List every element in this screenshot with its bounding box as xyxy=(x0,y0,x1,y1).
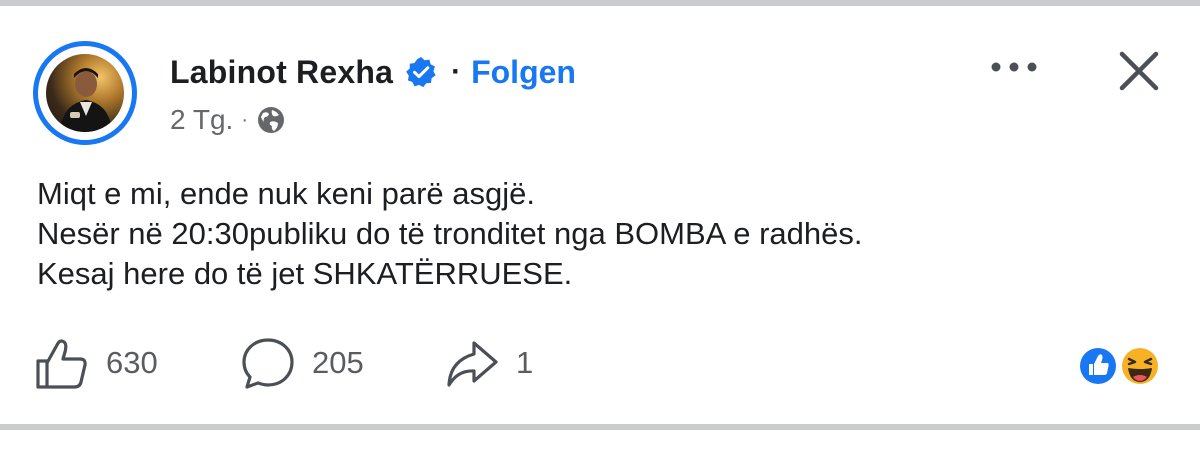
post-body: Miqt e mi, ende nuk keni parë asgjë. Nes… xyxy=(37,174,1157,294)
avatar-photo xyxy=(46,54,124,132)
post-timestamp[interactable]: 2 Tg. xyxy=(170,104,233,136)
share-button[interactable]: 1 xyxy=(444,334,533,392)
separator-dot: · xyxy=(451,55,462,88)
haha-reaction-icon xyxy=(1119,345,1161,387)
comment-button[interactable]: 205 xyxy=(240,334,364,392)
like-count: 630 xyxy=(106,345,158,380)
follow-button[interactable]: Folgen xyxy=(471,54,576,91)
globe-icon xyxy=(257,107,284,133)
reactions-summary[interactable] xyxy=(1074,342,1174,390)
like-reaction-icon xyxy=(1077,345,1119,387)
meta-separator: · xyxy=(241,108,248,131)
share-count: 1 xyxy=(516,345,534,380)
top-divider xyxy=(0,0,1200,6)
verified-badge-icon xyxy=(406,57,436,88)
comment-icon xyxy=(242,338,294,389)
close-icon[interactable] xyxy=(1116,48,1162,94)
post-meta: 2 Tg. · xyxy=(170,102,286,138)
like-icon xyxy=(36,339,87,389)
comment-count: 205 xyxy=(312,345,364,380)
bottom-divider xyxy=(0,424,1200,430)
post-line: Kesaj here do të jet SHKATËRRUESE. xyxy=(37,256,573,291)
like-button[interactable]: 630 xyxy=(34,334,158,392)
author-line: Labinot Rexha · Folgen xyxy=(170,50,576,94)
share-icon xyxy=(447,341,498,387)
avatar[interactable] xyxy=(33,41,137,145)
post-line: Nesër në 20:30publiku do të tronditet ng… xyxy=(37,216,863,251)
post-line: Miqt e mi, ende nuk keni parë asgjë. xyxy=(37,176,535,211)
author-name[interactable]: Labinot Rexha xyxy=(170,54,393,91)
more-options-icon[interactable] xyxy=(988,50,1040,84)
